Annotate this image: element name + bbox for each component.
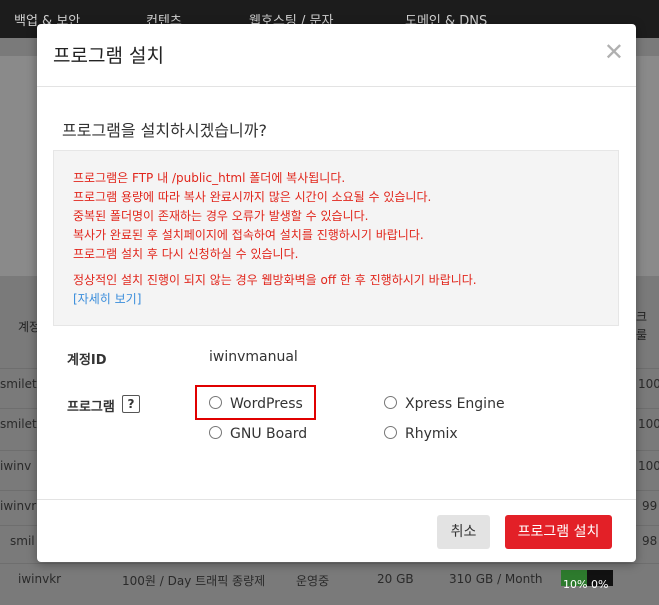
radio-circle-icon[interactable] — [209, 426, 222, 439]
program-install-modal: 프로그램 설치 ✕ 프로그램을 설치하시겠습니까? 프로그램은 FTP 내 /p… — [37, 24, 636, 562]
table-header-right: 크 룰 — [636, 310, 648, 342]
close-icon[interactable]: ✕ — [604, 40, 624, 64]
notice-line: 복사가 완료된 후 설치페이지에 접속하여 설치를 진행하시기 바랍니다. — [73, 228, 424, 242]
notice-line: 프로그램 용량에 따라 복사 완료시까지 많은 시간이 소요될 수 있습니다. — [73, 190, 432, 204]
usage-percent-a: 10% — [563, 578, 588, 591]
row-disk: 20 GB — [377, 572, 414, 586]
row-account: iwinvkr — [18, 572, 62, 586]
radio-circle-icon[interactable] — [384, 426, 397, 439]
modal-title: 프로그램 설치 — [53, 45, 164, 67]
program-label: 프로그램 — [67, 400, 115, 415]
radio-gnu-board[interactable]: GNU Board — [209, 426, 307, 442]
install-question: 프로그램을 설치하시겠습니까? — [62, 121, 267, 140]
usage-percent-b: 0% — [591, 578, 609, 591]
table-row[interactable]: iwinvkr 100원 / Day 트래픽 종량제 운영중 20 GB 310… — [0, 563, 659, 594]
row-status: 운영중 — [296, 574, 330, 588]
usage-bar: 10% 0% — [561, 570, 613, 591]
account-id-value: iwinvmanual — [209, 349, 298, 365]
notice-box: 프로그램은 FTP 내 /public_html 폴더에 복사됩니다. 프로그램… — [53, 150, 619, 326]
more-info-link[interactable]: [자세히 보기] — [73, 290, 141, 309]
radio-label: WordPress — [230, 396, 303, 412]
radio-circle-icon[interactable] — [209, 396, 222, 409]
radio-wordpress[interactable]: WordPress — [209, 396, 303, 412]
radio-label: Xpress Engine — [405, 396, 505, 412]
notice-line: 프로그램 설치 후 다시 신청하실 수 있습니다. — [73, 247, 299, 261]
radio-label: GNU Board — [230, 426, 308, 442]
row-traffic: 310 GB / Month — [449, 572, 543, 586]
row-plan: 100원 / Day 트래픽 종량제 — [122, 574, 266, 588]
radio-label: Rhymix — [405, 426, 458, 442]
notice-line: 중복된 폴더명이 존재하는 경우 오류가 발생할 수 있습니다. — [73, 209, 369, 223]
radio-circle-icon[interactable] — [384, 396, 397, 409]
help-icon[interactable]: ? — [122, 395, 140, 413]
radio-rhymix[interactable]: Rhymix — [384, 426, 458, 442]
cancel-button[interactable]: 취소 — [437, 515, 490, 549]
account-id-label: 계정ID — [67, 353, 107, 368]
notice-line: 프로그램은 FTP 내 /public_html 폴더에 복사됩니다. — [73, 171, 346, 185]
modal-header: 프로그램 설치 ✕ — [37, 24, 636, 87]
notice-warning: 정상적인 설치 진행이 되지 않는 경우 웹방화벽을 off 한 후 진행하시기… — [73, 273, 477, 287]
radio-xpress-engine[interactable]: Xpress Engine — [384, 396, 505, 412]
install-program-button[interactable]: 프로그램 설치 — [505, 515, 612, 549]
footer-divider — [37, 499, 636, 500]
